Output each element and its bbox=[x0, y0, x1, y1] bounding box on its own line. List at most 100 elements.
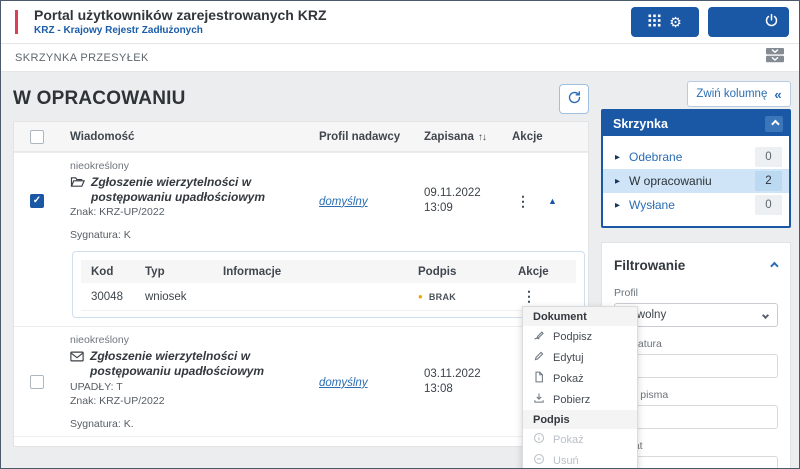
file-icon bbox=[533, 371, 545, 386]
envelope-icon bbox=[70, 349, 84, 367]
menu-section-podpis: Podpis bbox=[523, 410, 637, 429]
menu-item-pobierz[interactable]: Pobierz bbox=[523, 389, 637, 410]
doc-col-podpis: Podpis bbox=[418, 266, 518, 278]
signature-status-dot-icon: ● bbox=[418, 293, 423, 301]
grid-icon bbox=[648, 14, 661, 30]
message-znak: Znak: KRZ-UP/2022 bbox=[70, 395, 311, 407]
app-titles: Portal użytkowników zarejestrowanych KRZ… bbox=[34, 7, 327, 37]
message-znak: Znak: KRZ-UP/2022 bbox=[70, 206, 311, 218]
sidebar-item-label: Wysłane bbox=[629, 198, 675, 212]
logout-button[interactable] bbox=[708, 7, 789, 37]
sidebar-item-label: W opracowaniu bbox=[629, 174, 712, 188]
chevron-up-icon bbox=[771, 119, 779, 127]
sender-profile-link[interactable]: domyślny bbox=[319, 196, 368, 208]
message-kind: nieokreślony bbox=[70, 160, 311, 172]
refresh-button[interactable] bbox=[559, 84, 589, 114]
caret-right-icon: ▶ bbox=[615, 177, 620, 185]
app-subtitle: KRZ - Krajowy Rejestr Zadłużonych bbox=[34, 25, 327, 37]
mailbox-panel-header: Skrzynka bbox=[603, 111, 789, 136]
sidebar-item-label: Odebrane bbox=[629, 150, 682, 164]
app-title: Portal użytkowników zarejestrowanych KRZ bbox=[34, 7, 327, 23]
column-header-saved[interactable]: Zapisana ↑↓ bbox=[424, 131, 512, 143]
download-icon bbox=[533, 392, 545, 407]
message-sygnatura: Sygnatura: K bbox=[70, 229, 311, 241]
column-header-saved-label: Zapisana bbox=[424, 131, 474, 143]
menu-item-pokaz[interactable]: Pokaż bbox=[523, 368, 637, 389]
document-row: 30048 wniosek ● BRAK ⋮ bbox=[81, 283, 576, 311]
mailbox-panel-title: Skrzynka bbox=[613, 117, 668, 131]
message-title[interactable]: Zgłoszenie wierzytelności w postępowaniu… bbox=[90, 349, 311, 378]
sidebar-item-wyslane[interactable]: ▶ Wysłane 0 bbox=[603, 193, 789, 217]
mailbox-collapse-button[interactable] bbox=[765, 116, 783, 132]
sidebar-item-w-opracowaniu[interactable]: ▶ W opracowaniu 2 bbox=[603, 169, 789, 193]
filter-collapse-button[interactable] bbox=[768, 254, 778, 276]
doc-typ: wniosek bbox=[145, 291, 223, 303]
saved-time: 13:09 bbox=[424, 201, 512, 216]
filter-input-znak-pisma[interactable] bbox=[614, 405, 778, 429]
inbox-tray-icon[interactable] bbox=[765, 47, 785, 68]
power-icon bbox=[764, 13, 779, 31]
sender-profile-link[interactable]: domyślny bbox=[319, 377, 368, 389]
row-collapse-arrow-icon[interactable]: ▲ bbox=[548, 196, 557, 206]
filter-label-znak-pisma: Znak pisma bbox=[614, 389, 778, 401]
count-badge: 2 bbox=[755, 171, 782, 191]
row-checkbox[interactable] bbox=[30, 375, 44, 389]
chevrons-left-icon: « bbox=[774, 88, 781, 101]
saved-date: 09.11.2022 bbox=[424, 186, 512, 201]
count-badge: 0 bbox=[755, 195, 782, 215]
mailbox-panel: Skrzynka ▶ Odebrane 0 ▶ W opracowaniu 2 bbox=[601, 109, 791, 228]
saved-date: 03.11.2022 bbox=[424, 367, 512, 382]
collapse-column-label: Zwiń kolumnę bbox=[696, 88, 767, 100]
menu-item-label: Pokaż bbox=[553, 373, 584, 385]
filter-label-sygnatura: Sygnatura bbox=[614, 338, 778, 350]
messages-card: Wiadomość Profil nadawcy Zapisana ↑↓ Akcj… bbox=[13, 121, 589, 447]
message-kind: nieokreślony bbox=[70, 334, 311, 346]
menu-item-edytuj[interactable]: Edytuj bbox=[523, 347, 637, 368]
signature-status: BRAK bbox=[429, 292, 456, 302]
column-header-actions: Akcje bbox=[512, 131, 588, 143]
menu-item-label: Usuń bbox=[553, 455, 579, 467]
doc-kod: 30048 bbox=[81, 291, 145, 303]
caret-right-icon: ▶ bbox=[615, 153, 620, 161]
doc-col-akcje: Akcje bbox=[518, 266, 576, 278]
document-actions-menu: Dokument Podpisz Edytuj Poka bbox=[522, 306, 638, 469]
row-checkbox[interactable]: ✓ bbox=[30, 194, 44, 208]
page-title: W OPRACOWANIU bbox=[13, 88, 186, 110]
refresh-icon bbox=[567, 90, 582, 108]
message-row: nieokreślony Zgłoszenie wierzytelności w… bbox=[14, 327, 588, 435]
menu-item-podpisz[interactable]: Podpisz bbox=[523, 326, 637, 347]
message-row: ✓ nieokreślony Zgłoszenie wierzytelności… bbox=[14, 153, 588, 247]
documents-panel: Kod Typ Informacje Podpis Akcje 30048 wn… bbox=[72, 251, 585, 318]
column-header-sender-profile[interactable]: Profil nadawcy bbox=[319, 131, 424, 143]
select-all-checkbox[interactable] bbox=[30, 130, 44, 144]
chevron-up-icon bbox=[770, 262, 778, 270]
apps-settings-button[interactable]: ⚙ bbox=[631, 7, 699, 37]
row-actions-kebab-icon[interactable]: ⋮ bbox=[512, 192, 534, 210]
header-buttons: ⚙ bbox=[631, 7, 799, 37]
filter-input-temat[interactable] bbox=[614, 456, 778, 469]
menu-item-label: Podpisz bbox=[553, 331, 592, 343]
profile-select[interactable]: dowolny bbox=[614, 303, 778, 327]
sort-icon[interactable]: ↑↓ bbox=[478, 132, 486, 143]
table-header-row: Wiadomość Profil nadawcy Zapisana ↑↓ Akcj… bbox=[14, 122, 588, 152]
collapse-column-button[interactable]: Zwiń kolumnę « bbox=[687, 81, 791, 107]
message-title[interactable]: Zgłoszenie wierzytelności w postępowaniu… bbox=[91, 175, 311, 204]
menu-item-label: Edytuj bbox=[553, 352, 584, 364]
doc-col-kod: Kod bbox=[81, 266, 145, 278]
info-circle-icon bbox=[533, 432, 545, 447]
filter-input-sygnatura[interactable] bbox=[614, 354, 778, 378]
brand-accent-bar bbox=[15, 10, 18, 34]
app-header: Portal użytkowników zarejestrowanych KRZ… bbox=[1, 1, 799, 43]
saved-time: 13:08 bbox=[424, 382, 512, 397]
caret-right-icon: ▶ bbox=[615, 201, 620, 209]
filter-label-profil: Profil bbox=[614, 287, 778, 299]
gear-icon: ⚙ bbox=[669, 15, 682, 29]
count-badge: 0 bbox=[755, 147, 782, 167]
menu-item-label: Pobierz bbox=[553, 394, 590, 406]
app-window: Portal użytkowników zarejestrowanych KRZ… bbox=[0, 0, 800, 469]
minus-circle-icon bbox=[533, 453, 545, 468]
column-header-message[interactable]: Wiadomość bbox=[58, 131, 319, 143]
document-actions-kebab-icon[interactable]: ⋮ bbox=[518, 286, 540, 306]
menu-item-usun: Usuń bbox=[523, 450, 637, 469]
sidebar-item-odebrane[interactable]: ▶ Odebrane 0 bbox=[603, 145, 789, 169]
